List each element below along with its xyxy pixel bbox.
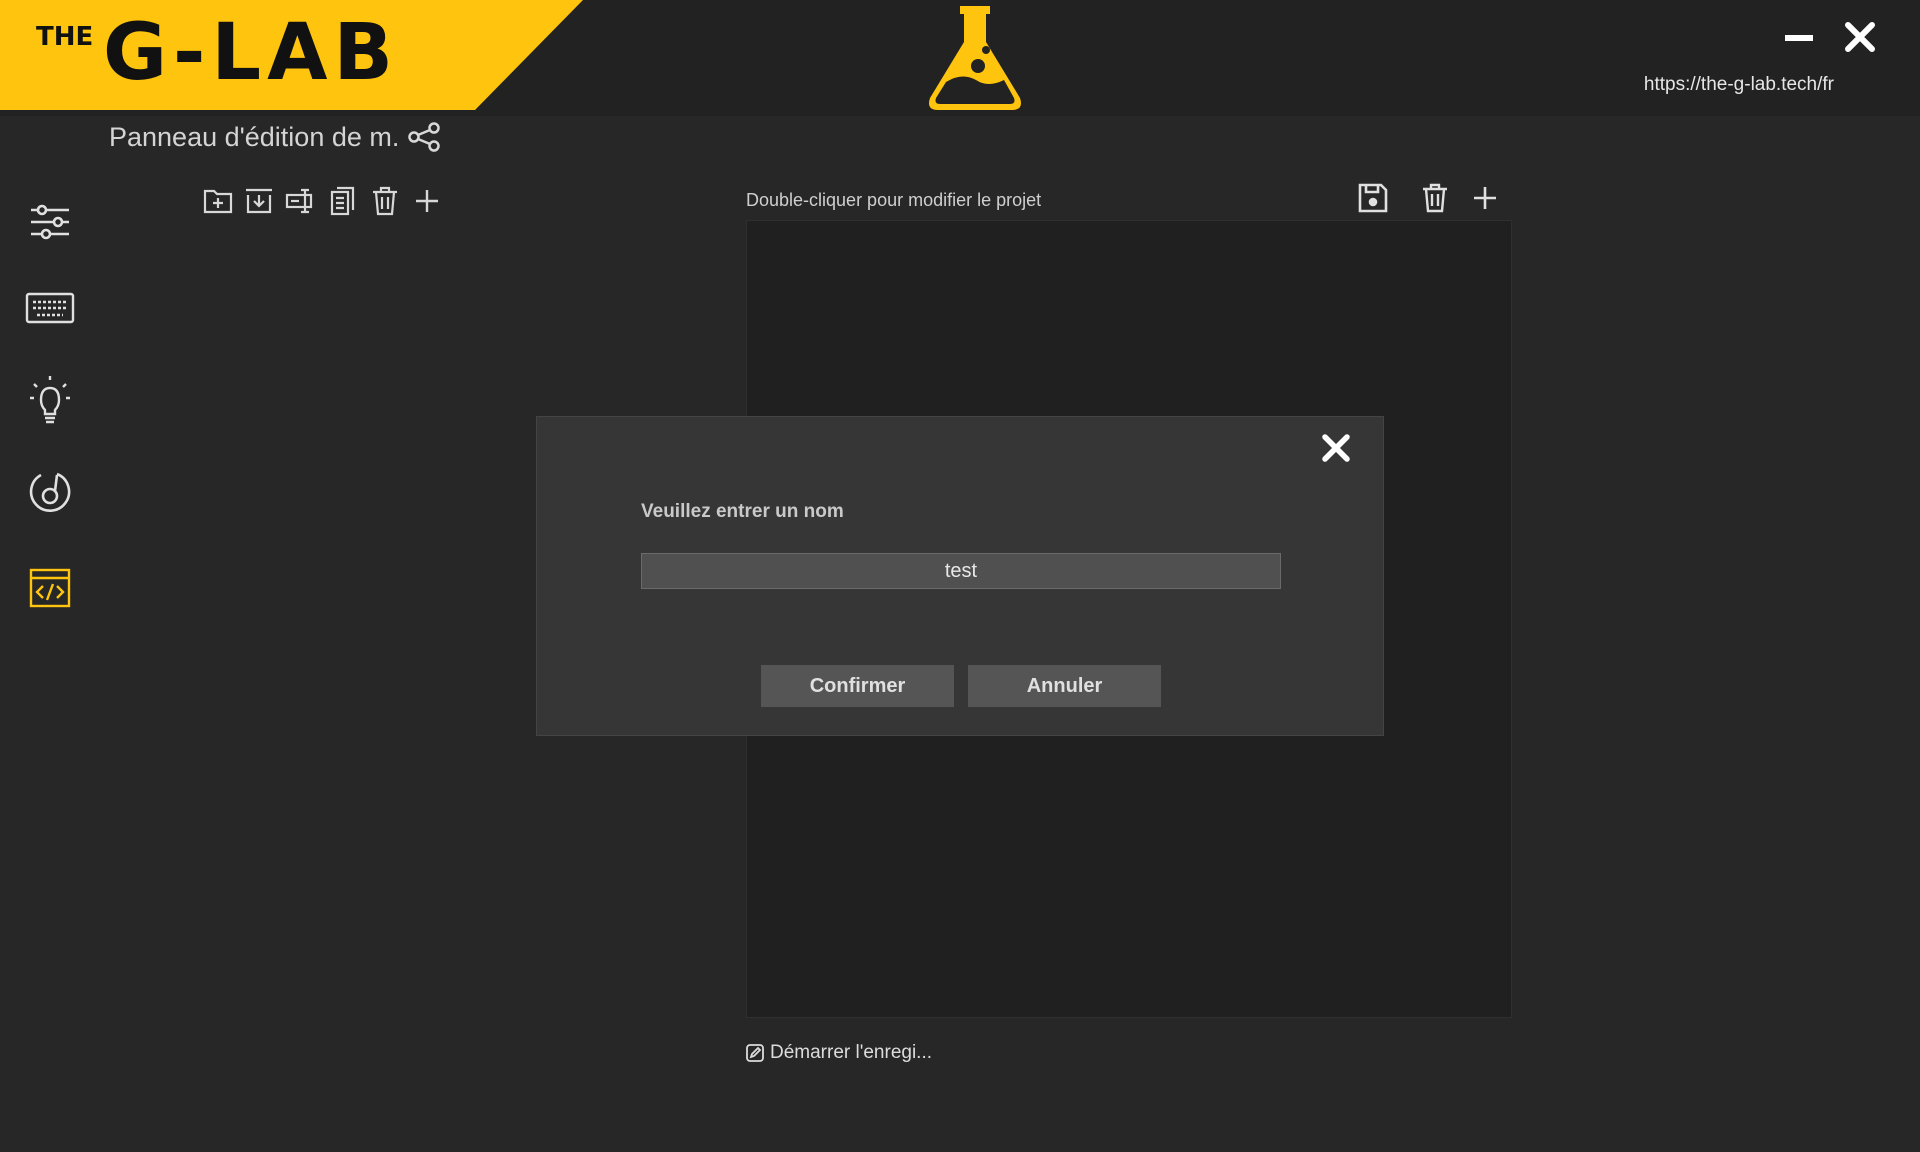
dialog-close-button[interactable] [1319, 431, 1353, 465]
confirm-button[interactable]: Confirmer [761, 665, 954, 707]
close-window-button[interactable] [1843, 20, 1877, 54]
add-project-button[interactable] [1467, 180, 1503, 216]
delete-macro-button[interactable] [368, 184, 402, 218]
start-recording-button[interactable]: Démarrer l'enregi... [746, 1042, 932, 1064]
new-folder-button[interactable] [201, 184, 235, 218]
name-dialog: Veuillez entrer un nom Confirmer Annuler [536, 416, 1384, 736]
performance-dial-icon [29, 472, 71, 512]
sliders-icon [31, 204, 69, 240]
import-button[interactable] [242, 184, 276, 218]
edit-icon [746, 1044, 764, 1062]
code-window-icon [29, 568, 71, 608]
save-icon [1358, 183, 1388, 213]
start-recording-label: Démarrer l'enregi... [770, 1042, 933, 1063]
keyboard-icon [25, 292, 75, 324]
cancel-button[interactable]: Annuler [968, 665, 1161, 707]
lightbulb-icon [30, 376, 70, 424]
panel-title: Panneau d'édition de m. [109, 122, 400, 152]
brand-logo: THE G-LAB [0, 0, 590, 110]
sidebar-item-macros[interactable] [22, 560, 78, 616]
sidebar-item-lighting[interactable] [22, 372, 78, 428]
rename-button[interactable] [284, 184, 318, 218]
name-input[interactable] [641, 553, 1281, 589]
new-folder-icon [203, 189, 233, 214]
website-link[interactable]: https://the-g-lab.tech/fr [1644, 74, 1834, 96]
add-icon [416, 190, 438, 212]
sidebar-item-performance[interactable] [22, 464, 78, 520]
logo-prefix: THE [36, 22, 94, 52]
delete-icon [373, 186, 397, 216]
logo-text: G-LAB [103, 8, 399, 98]
share-icon[interactable] [407, 122, 441, 157]
add-macro-button[interactable] [410, 184, 444, 218]
sidebar-item-settings[interactable] [22, 194, 78, 250]
plus-icon [1474, 187, 1496, 209]
sidebar-item-keyboard[interactable] [22, 280, 78, 336]
copy-icon [330, 186, 355, 216]
editor-hint: Double-cliquer pour modifier le projet [746, 190, 1042, 210]
minimize-button[interactable] [1783, 22, 1815, 52]
flask-logo-icon [922, 2, 1028, 117]
trash-icon [1423, 183, 1447, 213]
delete-project-button[interactable] [1417, 180, 1453, 216]
rename-icon [285, 188, 313, 214]
import-icon [246, 188, 272, 214]
copy-button[interactable] [326, 184, 360, 218]
dialog-label: Veuillez entrer un nom [641, 501, 844, 522]
close-icon [1322, 434, 1350, 462]
save-button[interactable] [1355, 180, 1391, 216]
